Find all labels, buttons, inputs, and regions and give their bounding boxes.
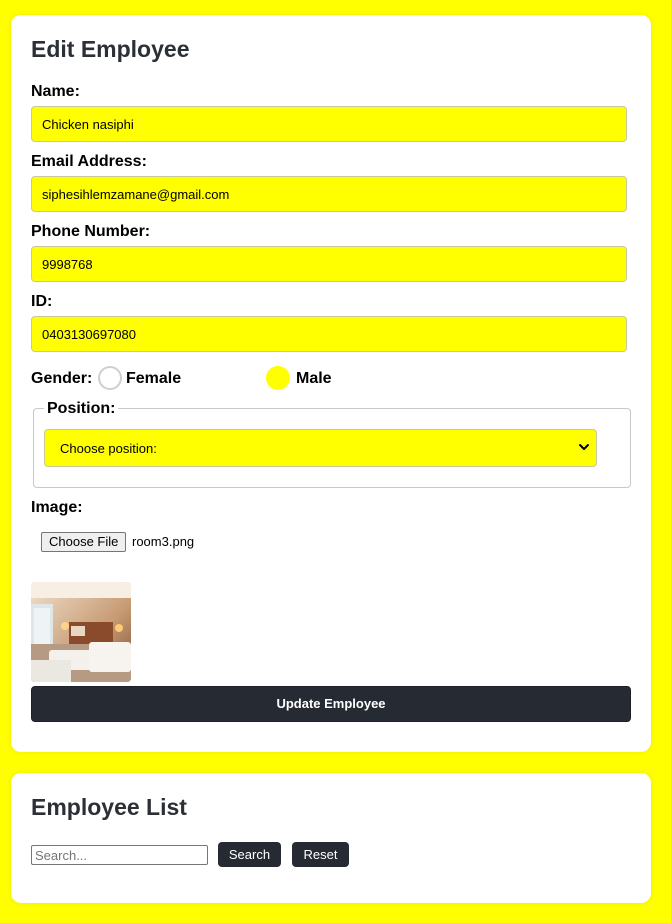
name-label: Name:	[31, 83, 80, 100]
search-input[interactable]	[31, 845, 208, 865]
name-field[interactable]	[31, 106, 627, 142]
update-employee-button[interactable]: Update Employee	[31, 686, 631, 722]
edit-employee-card: Edit Employee Name: Email Address: Phone…	[11, 15, 651, 752]
employee-image-preview	[31, 582, 131, 682]
id-field[interactable]	[31, 316, 627, 352]
gender-label: Gender:	[31, 370, 93, 387]
male-radio[interactable]	[266, 366, 290, 390]
phone-field[interactable]	[31, 246, 627, 282]
email-field[interactable]	[31, 176, 627, 212]
chevron-down-icon	[579, 444, 589, 450]
email-label: Email Address:	[31, 153, 147, 170]
male-radio-label[interactable]: Male	[296, 370, 332, 388]
edit-employee-title: Edit Employee	[31, 36, 190, 62]
reset-button[interactable]: Reset	[292, 842, 349, 867]
position-select-value: Choose position:	[60, 441, 157, 456]
position-fieldset: Position: Choose position:	[33, 400, 631, 488]
position-legend: Position:	[44, 400, 119, 418]
female-radio[interactable]	[98, 366, 122, 390]
gender-group: Gender: Female Male	[31, 365, 631, 391]
id-label: ID:	[31, 293, 53, 310]
phone-label: Phone Number:	[31, 223, 151, 240]
choose-file-button[interactable]: Choose File	[41, 532, 127, 552]
image-label: Image:	[31, 499, 83, 516]
female-radio-label[interactable]: Female	[126, 370, 181, 388]
employee-list-title: Employee List	[31, 794, 187, 820]
selected-file-name: room3.png	[132, 534, 195, 549]
position-select[interactable]: Choose position:	[44, 429, 597, 467]
search-button[interactable]: Search	[218, 842, 281, 867]
employee-list-card: Employee List Search Reset	[11, 773, 651, 903]
